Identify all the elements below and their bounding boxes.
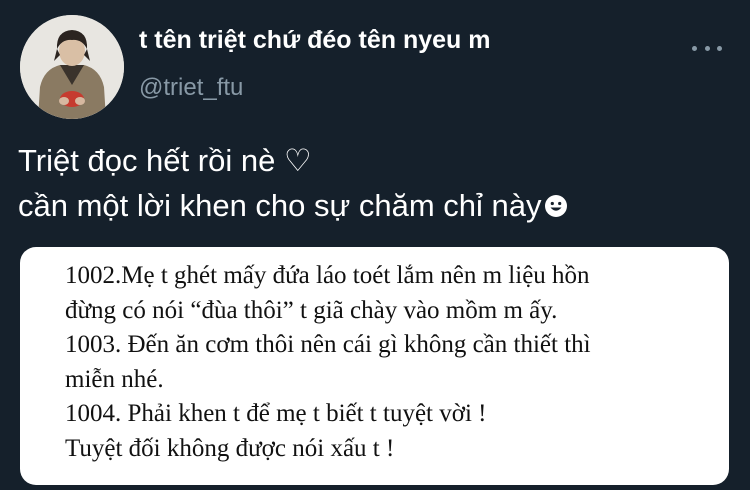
tweet-line: Triệt đọc hết rồi nè ♡ [18, 143, 312, 178]
media-text: 1002.Mẹ t ghét mấy đứa láo toét lắm nên … [65, 259, 591, 466]
more-dot [717, 45, 722, 51]
avatar[interactable] [20, 15, 124, 119]
more-dot [692, 45, 697, 51]
more-dots-icon[interactable] [692, 36, 722, 60]
tweet-media-image[interactable]: 1002.Mẹ t ghét mấy đứa láo toét lắm nên … [20, 247, 729, 485]
tweet-line: cần một lời khen cho sự chăm chỉ này [18, 188, 542, 223]
user-handle[interactable]: @triet_ftu [139, 73, 243, 103]
smiley-face-icon [544, 195, 567, 217]
media-line: 1004. Phải khen t để mẹ t biết t tuyệt v… [65, 400, 487, 427]
profile-photo-icon [20, 15, 124, 119]
more-dot [704, 45, 710, 51]
tweet-line-with-emoji: cần một lời khen cho sự chăm chỉ này [18, 183, 568, 228]
display-name[interactable]: t tên triệt chứ đéo tên nyeu m [139, 24, 490, 56]
media-line: Tuyệt đối không được nói xấu t ! [65, 434, 395, 462]
media-line: miễn nhé. [65, 365, 164, 393]
tweet-text: Triệt đọc hết rồi nè ♡ cần một lời khen … [18, 138, 568, 228]
media-line: 1003. Đến ăn cơm thôi nên cái gì không c… [65, 331, 591, 358]
media-line: 1002.Mẹ t ghét mấy đứa láo toét lắm nên … [65, 262, 590, 289]
media-line: đừng có nói “đùa thôi” t giã chày vào mồ… [65, 296, 558, 324]
